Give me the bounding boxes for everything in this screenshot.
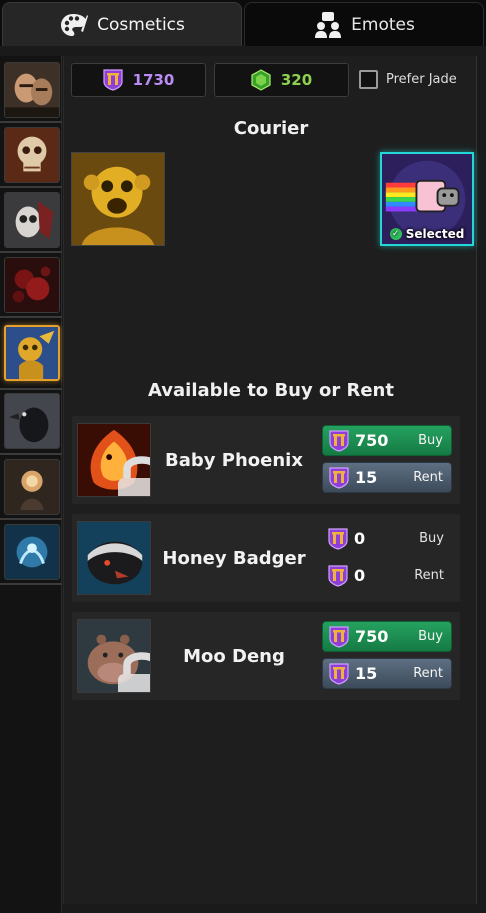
gold-coin-icon <box>328 564 348 587</box>
buy-label: Buy <box>418 629 443 644</box>
gold-coin-icon <box>329 625 349 648</box>
gold-coin-icon <box>328 527 348 550</box>
sidebar-divider <box>0 583 62 585</box>
lock-icon <box>118 456 150 496</box>
prefer-jade-toggle[interactable]: Prefer Jade <box>359 70 457 89</box>
selected-courier-tile[interactable]: ✓ Selected <box>380 152 474 246</box>
orb-icon <box>5 460 59 514</box>
shop-row-baby-phoenix: Baby Phoenix 750 Buy 15 Rent <box>72 416 460 504</box>
check-circle-icon: ✓ <box>389 228 402 240</box>
blood-splatter-icon <box>5 258 59 312</box>
selected-label: Selected <box>405 227 465 241</box>
sidebar-item-skull[interactable] <box>4 127 60 183</box>
lock-icon <box>118 652 150 692</box>
gold-coin-icon <box>329 466 349 489</box>
rent-label: Rent <box>414 568 444 583</box>
jade-amount: 320 <box>280 71 313 89</box>
sidebar-item-courier[interactable] <box>4 325 60 381</box>
masked-figure-icon <box>5 193 59 247</box>
sidebar-divider <box>0 453 62 455</box>
sidebar-item-orb[interactable] <box>4 459 60 515</box>
jade-gem-icon <box>251 69 271 91</box>
gold-coin-icon <box>329 429 349 452</box>
sidebar-item-raven[interactable] <box>4 393 60 449</box>
shop-item-name: Baby Phoenix <box>165 449 303 471</box>
rent-label: Rent <box>413 666 443 681</box>
buy-price: 0 <box>354 529 366 548</box>
prefer-jade-label: Prefer Jade <box>386 72 457 87</box>
buy-label: Buy <box>419 531 444 546</box>
selected-badge: ✓ Selected <box>382 227 472 241</box>
honey-badger-icon <box>78 522 150 594</box>
honey-badger-thumbnail[interactable] <box>77 521 151 595</box>
raven-icon <box>5 394 59 448</box>
rent-price: 15 <box>355 468 378 487</box>
gold-amount: 1730 <box>132 71 175 89</box>
jade-balance: 320 <box>214 63 349 97</box>
shop-item-name: Honey Badger <box>162 547 306 569</box>
rent-price: 15 <box>355 664 378 683</box>
sidebar-divider <box>0 251 62 253</box>
shop-row-moo-deng: Moo Deng 750 Buy 15 Rent <box>72 612 460 700</box>
buy-button[interactable]: 0 Buy <box>322 523 452 554</box>
courier-title: Courier <box>233 118 309 139</box>
gold-balance: 1730 <box>71 63 206 97</box>
gold-coin-icon <box>329 662 349 685</box>
shop-row-honey-badger: Honey Badger 0 Buy 0 Rent <box>72 514 460 602</box>
tab-cosmetics-label: Cosmetics <box>97 14 185 35</box>
tab-bar: Cosmetics Emotes <box>0 0 486 46</box>
sidebar-item-blood[interactable] <box>4 257 60 313</box>
buy-label: Buy <box>418 433 443 448</box>
cosmetics-panel: 1730 320 Prefer Jade Courier ✓ Selected … <box>63 56 477 904</box>
rent-button[interactable]: 0 Rent <box>322 560 452 591</box>
sidebar-divider <box>0 518 62 520</box>
spirit-icon <box>5 525 59 579</box>
current-courier-tile[interactable] <box>71 152 165 246</box>
buy-button[interactable]: 750 Buy <box>322 425 452 456</box>
shop-item-name: Moo Deng <box>183 645 285 667</box>
moo-deng-thumbnail[interactable] <box>77 619 151 693</box>
baby-phoenix-thumbnail[interactable] <box>77 423 151 497</box>
sidebar-item-masked[interactable] <box>4 192 60 248</box>
golden-monkey-icon <box>72 153 164 245</box>
sidebar-divider <box>0 121 62 123</box>
tab-emotes-label: Emotes <box>351 14 415 35</box>
prefer-jade-checkbox[interactable] <box>359 70 378 89</box>
buy-price: 750 <box>355 627 389 646</box>
sidebar-item-hero[interactable] <box>4 62 60 118</box>
sidebar-divider <box>0 316 62 318</box>
rent-button[interactable]: 15 Rent <box>322 462 452 493</box>
rent-button[interactable]: 15 Rent <box>322 658 452 689</box>
tab-cosmetics[interactable]: Cosmetics <box>2 2 242 46</box>
rent-label: Rent <box>413 470 443 485</box>
hero-portrait-icon <box>5 63 59 117</box>
buy-button[interactable]: 750 Buy <box>322 621 452 652</box>
sidebar-item-spirit[interactable] <box>4 524 60 580</box>
rent-price: 0 <box>354 566 366 585</box>
sidebar-divider <box>0 388 62 390</box>
buy-price: 750 <box>355 431 389 450</box>
tab-emotes[interactable]: Emotes <box>244 2 484 46</box>
gold-coin-icon <box>103 69 123 91</box>
available-title: Available to Buy or Rent <box>148 380 394 401</box>
skull-icon <box>5 128 59 182</box>
palette-icon <box>61 13 89 36</box>
category-sidebar <box>0 56 62 913</box>
sidebar-divider <box>0 186 62 188</box>
golden-monkey-icon <box>6 327 58 379</box>
emote-figures-icon <box>315 11 342 38</box>
